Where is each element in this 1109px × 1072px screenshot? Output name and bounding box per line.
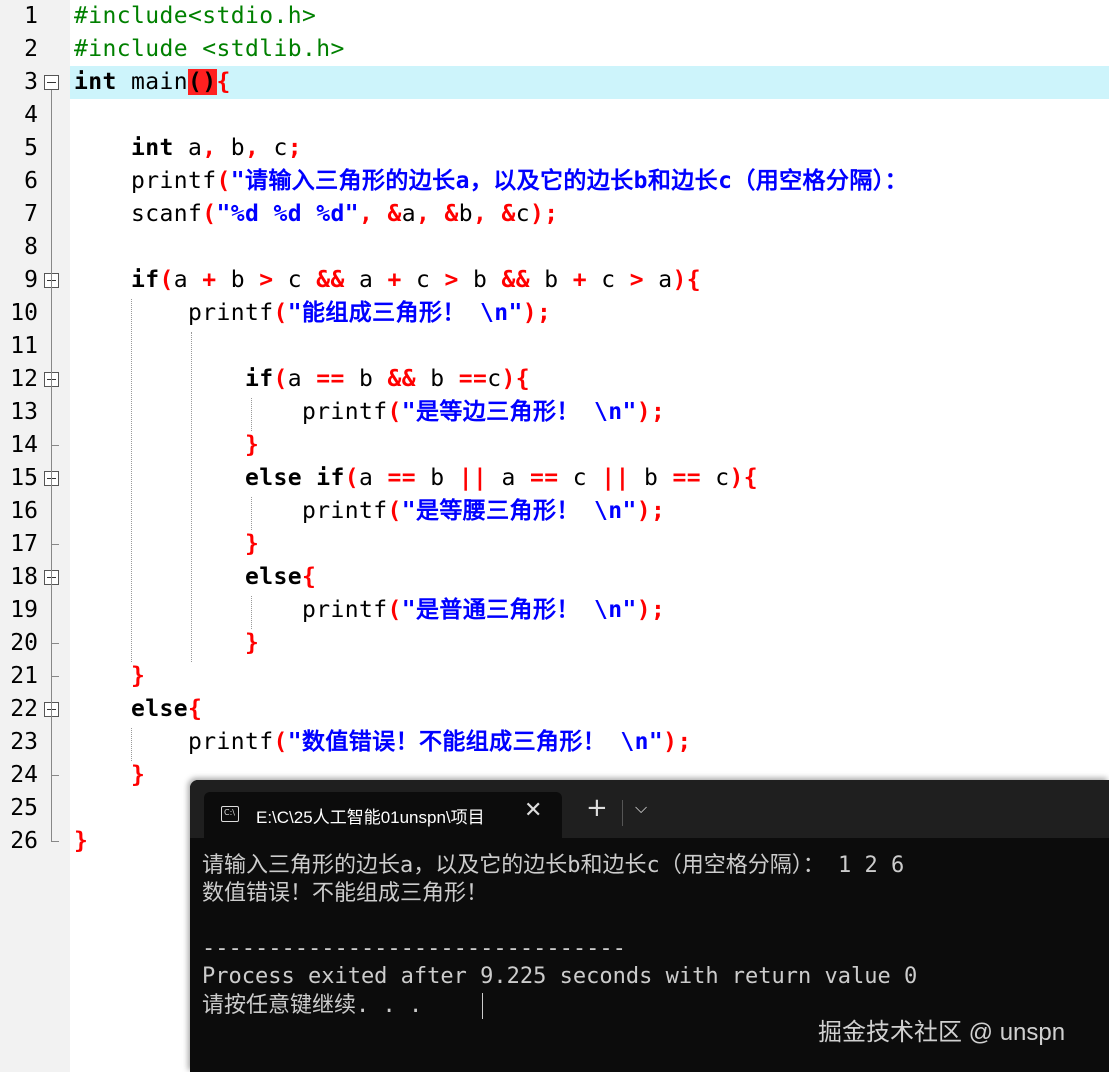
terminal-output-line: 请输入三角形的边长a，以及它的边长b和边长c（用空格分隔）： 1 2 6	[202, 853, 905, 878]
line-number: 11	[10, 333, 38, 359]
terminal-output-line: --------------------------------	[202, 936, 626, 961]
code-line[interactable]: }	[74, 660, 145, 693]
line-number: 2	[24, 36, 38, 62]
fold-range-line	[51, 585, 52, 643]
line-number: 17	[10, 531, 38, 557]
code-line[interactable]: }	[74, 627, 259, 660]
line-number: 13	[10, 399, 38, 425]
new-tab-button[interactable]: +	[586, 794, 608, 822]
line-number: 25	[10, 795, 38, 821]
line-number: 16	[10, 498, 38, 524]
line-number: 7	[24, 201, 38, 227]
fold-end-marker	[51, 841, 59, 842]
line-number: 3	[24, 69, 38, 95]
code-line[interactable]: printf("是普通三角形！ \n");	[74, 594, 665, 627]
line-number: 23	[10, 729, 38, 755]
code-line[interactable]: if(a == b && b ==c){	[74, 363, 530, 396]
code-line[interactable]: printf("请输入三角形的边长a，以及它的边长b和边长c（用空格分隔）：	[74, 165, 908, 198]
line-number: 5	[24, 135, 38, 161]
tab-title: E:\C\25人工智能01unspn\项目	[256, 808, 485, 827]
code-line[interactable]: else{	[74, 693, 202, 726]
code-line[interactable]: #include<stdio.h>	[74, 0, 316, 33]
code-line[interactable]: printf("是等边三角形！ \n");	[74, 396, 665, 429]
code-line[interactable]: printf("数值错误！不能组成三角形！ \n");	[74, 726, 692, 759]
code-line[interactable]: int main(){	[74, 66, 231, 99]
terminal-tab[interactable]: C:\ E:\C\25人工智能01unspn\项目 ✕	[204, 792, 562, 838]
code-line[interactable]: int a, b, c;	[74, 132, 302, 165]
code-line[interactable]: #include <stdlib.h>	[74, 33, 345, 66]
terminal-output-line: 请按任意键继续. . .	[202, 993, 423, 1018]
code-line[interactable]: }	[74, 429, 259, 462]
line-number: 1	[24, 3, 38, 29]
fold-toggle-icon[interactable]	[44, 75, 59, 90]
close-icon[interactable]: ✕	[524, 798, 542, 823]
line-number: 21	[10, 663, 38, 689]
console-window[interactable]: C:\ E:\C\25人工智能01unspn\项目 ✕ + ⌵ 请输入三角形的边…	[190, 780, 1109, 1072]
terminal-tab-bar: C:\ E:\C\25人工智能01unspn\项目 ✕ + ⌵	[190, 780, 1109, 838]
code-line[interactable]: printf("能组成三角形！ \n");	[74, 297, 551, 330]
fold-end-marker	[51, 643, 59, 644]
code-line[interactable]: printf("是等腰三角形！ \n");	[74, 495, 665, 528]
line-number: 20	[10, 630, 38, 656]
fold-end-marker	[51, 544, 59, 545]
line-number: 19	[10, 597, 38, 623]
fold-range-line	[51, 387, 52, 445]
console-icon: C:\	[221, 806, 239, 822]
line-number: 22	[10, 696, 38, 722]
line-number: 18	[10, 564, 38, 590]
line-number: 6	[24, 168, 38, 194]
code-line[interactable]: }	[74, 825, 88, 858]
line-number: 8	[24, 234, 38, 260]
line-number: 26	[10, 828, 38, 854]
fold-end-marker	[51, 445, 59, 446]
tab-divider	[622, 800, 623, 826]
line-number: 9	[24, 267, 38, 293]
line-number: 10	[10, 300, 38, 326]
line-number: 4	[24, 102, 38, 128]
chevron-down-icon[interactable]: ⌵	[635, 798, 647, 818]
fold-range-line	[51, 486, 52, 544]
fold-end-marker	[51, 775, 59, 776]
text-cursor	[482, 993, 483, 1019]
code-line[interactable]: }	[74, 528, 259, 561]
line-number: 14	[10, 432, 38, 458]
watermark: 掘金技术社区 @ unspn	[818, 1019, 1066, 1046]
code-line[interactable]: if(a + b > c && a + c > b && b + c > a){	[74, 264, 701, 297]
terminal-output-line: 数值错误！不能组成三角形！	[202, 881, 489, 906]
terminal-output-line: Process exited after 9.225 seconds with …	[202, 964, 918, 989]
code-line[interactable]: else{	[74, 561, 316, 594]
code-line[interactable]: else if(a == b || a == c || b == c){	[74, 462, 758, 495]
line-number: 15	[10, 465, 38, 491]
line-number: 12	[10, 366, 38, 392]
fold-range-line	[51, 717, 52, 775]
code-line[interactable]: scanf("%d %d %d", &a, &b, &c);	[74, 198, 558, 231]
line-number: 24	[10, 762, 38, 788]
code-line[interactable]: }	[74, 759, 145, 792]
fold-end-marker	[51, 676, 59, 677]
